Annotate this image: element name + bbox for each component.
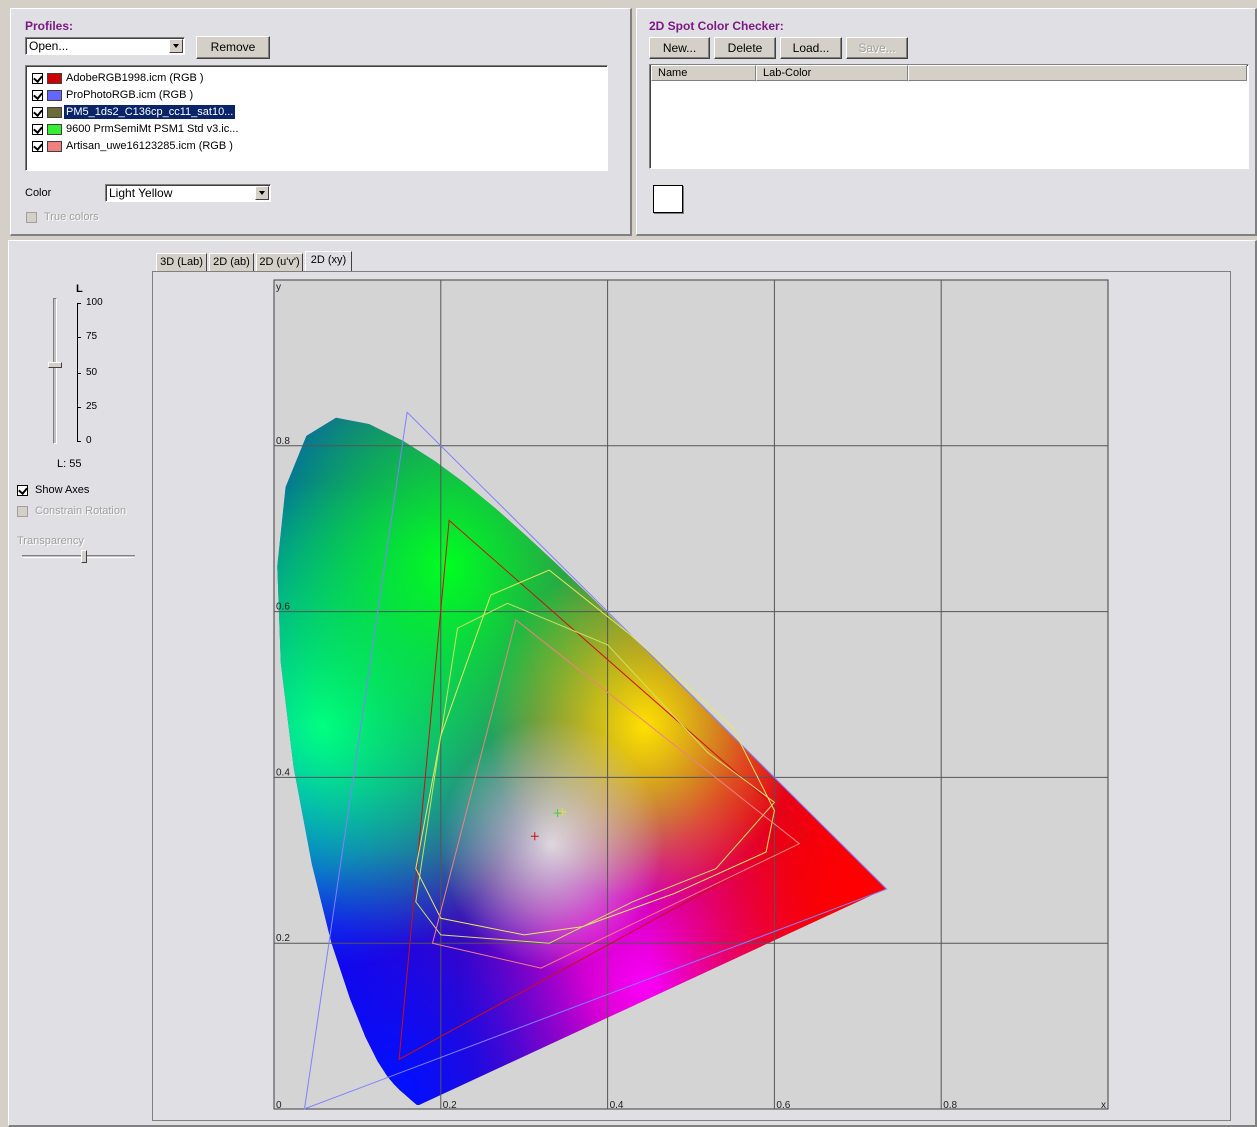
y-axis-label: y	[276, 282, 281, 293]
y-tick-label: 0.6	[276, 602, 290, 613]
open-profile-combo-value: Open...	[29, 39, 69, 53]
l-slider-thumb[interactable]	[48, 362, 62, 369]
profile-item-label: 9600 PrmSemiMt PSM1 Std v3.ic...	[66, 123, 239, 135]
l-readout: L: 55	[57, 458, 82, 470]
profile-check-icon[interactable]	[32, 123, 43, 135]
profiles-title: Profiles:	[25, 19, 74, 33]
column-header-name[interactable]: Name	[651, 65, 756, 81]
profile-check-icon[interactable]	[32, 106, 43, 118]
x-axis-label: x	[1101, 1100, 1106, 1111]
color-label: Color	[25, 187, 52, 199]
l-scale-label: 25	[86, 401, 98, 412]
true-colors-check-icon[interactable]	[26, 211, 37, 223]
remove-button[interactable]: Remove	[196, 36, 270, 59]
y-tick-label: 0.4	[276, 767, 290, 778]
transparency-label: Transparency	[17, 535, 84, 547]
spot-color-panel: 2D Spot Color Checker: New... Delete Loa…	[636, 8, 1257, 236]
spot-color-table[interactable]: Name Lab-Color	[649, 64, 1249, 169]
l-slider-title: L	[76, 283, 83, 295]
profile-check-icon[interactable]	[32, 72, 43, 84]
show-axes-label: Show Axes	[35, 484, 90, 496]
x-tick-label: 0	[276, 1100, 282, 1111]
spot-color-title: 2D Spot Color Checker:	[649, 19, 784, 33]
profiles-panel: Profiles: Open... Remove AdobeRGB1998.ic…	[10, 8, 632, 236]
tab-2d-ab[interactable]: 2D (ab)	[209, 253, 254, 271]
chevron-down-icon[interactable]	[255, 186, 269, 200]
l-scale-tick	[77, 441, 81, 442]
show-axes-check-icon[interactable]	[17, 484, 28, 496]
l-scale-tick	[77, 373, 81, 374]
profile-color-swatch	[47, 106, 62, 118]
y-tick-label: 0.8	[276, 436, 290, 447]
l-slider-track[interactable]	[53, 298, 57, 444]
color-combo-value: Light Yellow	[109, 186, 173, 200]
constrain-rotation-checkbox[interactable]: Constrain Rotation	[17, 505, 126, 517]
y-tick-label: 0.2	[276, 933, 290, 944]
color-combo[interactable]: Light Yellow	[105, 184, 271, 202]
l-scale-tick	[77, 407, 81, 408]
open-profile-combo[interactable]: Open...	[25, 37, 185, 55]
profile-check-icon[interactable]	[32, 89, 43, 101]
l-scale-label: 75	[86, 331, 98, 342]
profile-item-label: ProPhotoRGB.icm (RGB )	[66, 89, 194, 101]
x-tick-label: 0.6	[776, 1100, 790, 1111]
profile-item[interactable]: 9600 PrmSemiMt PSM1 Std v3.ic...	[32, 121, 240, 137]
l-scale-tick	[77, 337, 81, 338]
profile-item[interactable]: PM5_1ds2_C136cp_cc11_sat10...	[32, 104, 237, 120]
spot-color-swatch[interactable]	[653, 185, 683, 213]
show-axes-checkbox[interactable]: Show Axes	[17, 484, 89, 496]
profile-item-label: AdobeRGB1998.icm (RGB )	[66, 72, 204, 84]
constrain-rotation-label: Constrain Rotation	[35, 505, 127, 517]
chevron-down-icon[interactable]	[169, 39, 183, 53]
column-header-filler	[908, 65, 1247, 81]
load-button[interactable]: Load...	[780, 37, 842, 59]
save-button[interactable]: Save...	[846, 37, 908, 59]
l-scale-label: 50	[86, 367, 98, 378]
profile-color-swatch	[47, 123, 62, 135]
profile-color-swatch	[47, 140, 62, 152]
l-scale-tick	[77, 303, 81, 304]
delete-button[interactable]: Delete	[714, 37, 776, 59]
transparency-slider-track[interactable]	[22, 555, 135, 558]
profile-color-swatch	[47, 72, 62, 84]
l-scale-label: 100	[86, 297, 103, 308]
profile-item[interactable]: Artisan_uwe16123285.icm (RGB )	[32, 138, 235, 154]
tab-3d-lab[interactable]: 3D (Lab)	[156, 253, 207, 271]
constrain-rotation-check-icon[interactable]	[17, 505, 28, 517]
transparency-slider-thumb[interactable]	[81, 550, 88, 563]
true-colors-label: True colors	[44, 211, 99, 223]
l-scale-label: 0	[86, 435, 92, 446]
chromaticity-chart[interactable]: 0 0.2 0.4 0.6 0.8 0.2 0.4 0.6 0.8 x y	[152, 271, 1231, 1121]
new-button[interactable]: New...	[649, 37, 710, 59]
tab-2d-xy[interactable]: 2D (xy)	[305, 251, 352, 272]
x-tick-label: 0.2	[443, 1100, 457, 1111]
profile-color-swatch	[47, 89, 62, 101]
profile-item[interactable]: AdobeRGB1998.icm (RGB )	[32, 70, 206, 86]
profiles-list[interactable]: AdobeRGB1998.icm (RGB ) ProPhotoRGB.icm (…	[25, 65, 608, 171]
profile-check-icon[interactable]	[32, 140, 43, 152]
tab-2d-uv[interactable]: 2D (u'v')	[256, 253, 303, 271]
column-header-lab-color[interactable]: Lab-Color	[756, 65, 908, 81]
profile-item[interactable]: ProPhotoRGB.icm (RGB )	[32, 87, 195, 103]
x-tick-label: 0.4	[610, 1100, 624, 1111]
profile-item-label: Artisan_uwe16123285.icm (RGB )	[66, 140, 233, 152]
x-tick-label: 0.8	[943, 1100, 957, 1111]
true-colors-checkbox[interactable]: True colors	[26, 211, 99, 223]
profile-item-label: PM5_1ds2_C136cp_cc11_sat10...	[62, 104, 237, 120]
